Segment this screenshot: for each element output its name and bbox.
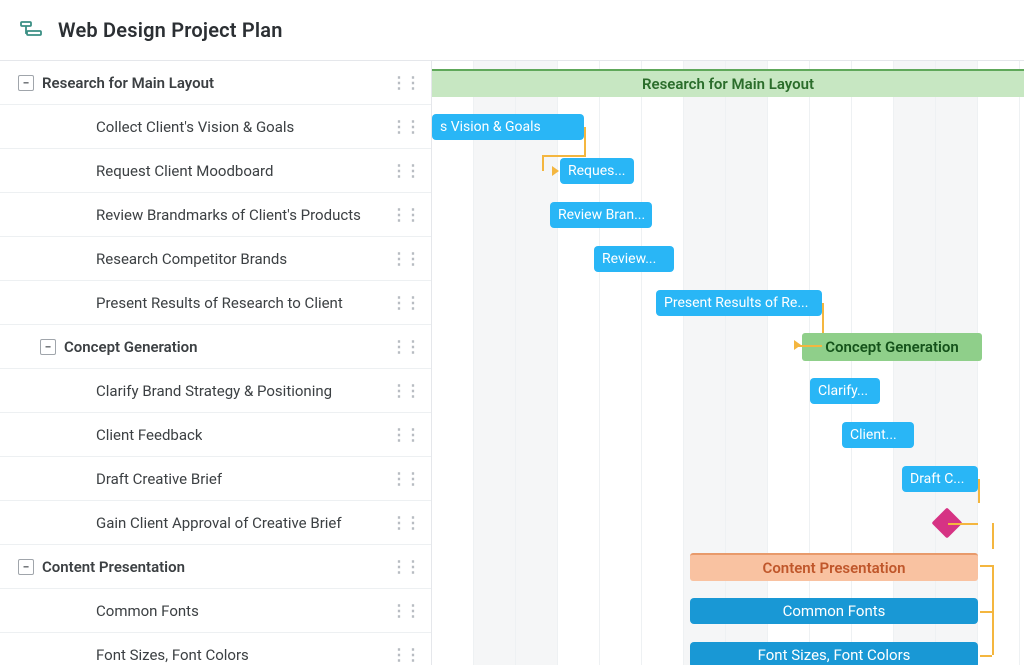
tree-phase-row[interactable]: −Content Presentation	[0, 545, 431, 589]
tree-task-row[interactable]: Draft Creative Brief	[0, 457, 431, 501]
tree-phase-row[interactable]: −Research for Main Layout	[0, 61, 431, 105]
tree-phase-row[interactable]: −Concept Generation	[0, 325, 431, 369]
row-label: Common Fonts	[96, 602, 199, 620]
collapse-toggle[interactable]: −	[18, 559, 34, 575]
gantt-task-bar[interactable]: Common Fonts	[690, 598, 978, 624]
gantt-phase-bar[interactable]: Content Presentation	[690, 553, 978, 581]
row-label: Collect Client's Vision & Goals	[96, 118, 294, 136]
gantt-row	[432, 193, 1024, 237]
collapse-toggle[interactable]: −	[18, 75, 34, 91]
gantt-task-bar[interactable]: Client...	[842, 422, 914, 448]
content: −Research for Main LayoutCollect Client'…	[0, 60, 1024, 665]
row-label: Research Competitor Brands	[96, 250, 287, 268]
tree-task-row[interactable]: Review Brandmarks of Client's Products	[0, 193, 431, 237]
gantt-task-bar[interactable]: Draft C...	[902, 466, 978, 492]
gantt-task-bar[interactable]: s Vision & Goals	[432, 114, 584, 140]
row-label: Content Presentation	[42, 558, 185, 576]
row-label: Request Client Moodboard	[96, 162, 273, 180]
gantt-task-bar[interactable]: Review Bran...	[550, 202, 652, 228]
tree-task-row[interactable]: Present Results of Research to Client	[0, 281, 431, 325]
project-icon	[20, 19, 44, 41]
gantt-task-bar[interactable]: Present Results of Re...	[656, 290, 822, 316]
row-label: Clarify Brand Strategy & Positioning	[96, 382, 332, 400]
row-label: Gain Client Approval of Creative Brief	[96, 514, 342, 532]
header: Web Design Project Plan	[0, 0, 1024, 60]
gantt-row	[432, 413, 1024, 457]
tree-task-row[interactable]: Collect Client's Vision & Goals	[0, 105, 431, 149]
gantt-task-bar[interactable]: Font Sizes, Font Colors	[690, 642, 978, 665]
tree-task-row[interactable]: Client Feedback	[0, 413, 431, 457]
gantt-row	[432, 369, 1024, 413]
page-title: Web Design Project Plan	[58, 18, 283, 42]
row-label: Font Sizes, Font Colors	[96, 646, 249, 664]
gantt-chart[interactable]: Research for Main Layout s Vision & Goals…	[432, 61, 1024, 665]
row-label: Concept Generation	[64, 338, 198, 356]
row-label: Draft Creative Brief	[96, 470, 222, 488]
tree-task-row[interactable]: Clarify Brand Strategy & Positioning	[0, 369, 431, 413]
tree-task-row[interactable]: Gain Client Approval of Creative Brief	[0, 501, 431, 545]
gantt-phase-bar[interactable]: Concept Generation	[802, 333, 982, 361]
row-label: Client Feedback	[96, 426, 202, 444]
row-label: Present Results of Research to Client	[96, 294, 343, 312]
row-label: Research for Main Layout	[42, 74, 214, 92]
task-tree: −Research for Main LayoutCollect Client'…	[0, 61, 432, 665]
gantt-rows: Research for Main Layout s Vision & Goals…	[432, 61, 1024, 665]
row-label: Review Brandmarks of Client's Products	[96, 206, 361, 224]
gantt-task-bar[interactable]: Clarify...	[810, 378, 880, 404]
gantt-phase-bar[interactable]: Research for Main Layout	[432, 69, 1024, 97]
tree-task-row[interactable]: Request Client Moodboard	[0, 149, 431, 193]
tree-task-row[interactable]: Font Sizes, Font Colors	[0, 633, 431, 665]
gantt-row	[432, 237, 1024, 281]
gantt-row	[432, 149, 1024, 193]
gantt-task-bar[interactable]: Review...	[594, 246, 674, 272]
tree-task-row[interactable]: Common Fonts	[0, 589, 431, 633]
tree-task-row[interactable]: Research Competitor Brands	[0, 237, 431, 281]
gantt-task-bar[interactable]: Reques...	[560, 158, 634, 184]
collapse-toggle[interactable]: −	[40, 339, 56, 355]
